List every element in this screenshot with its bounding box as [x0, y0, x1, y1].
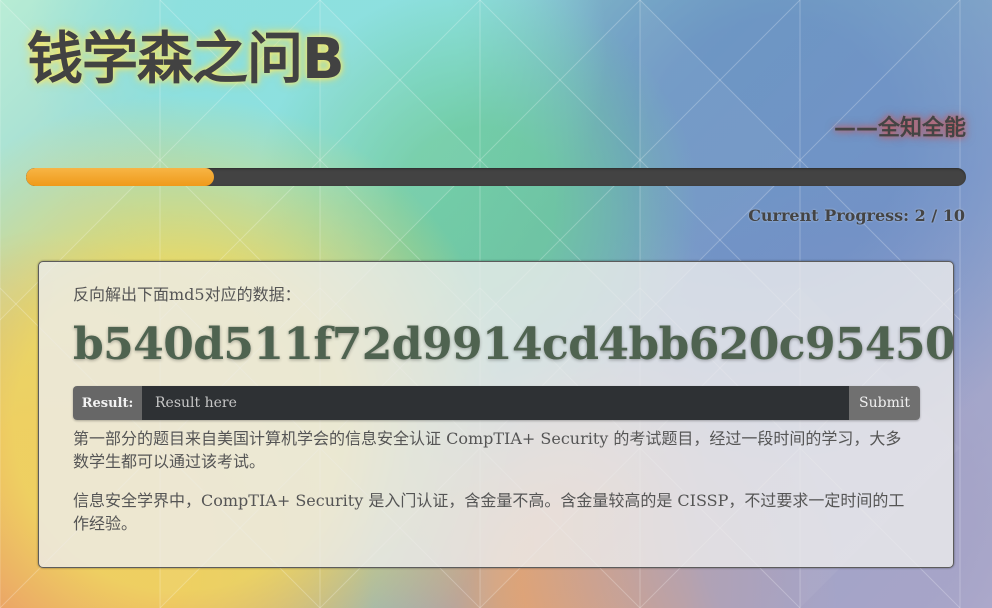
progress-label: Current Progress: 2 / 10	[748, 206, 965, 225]
submit-button[interactable]: Submit	[849, 386, 920, 420]
progress-bar	[26, 168, 966, 186]
challenge-page: 钱学森之问B ——全知全能 Current Progress: 2 / 10 反…	[0, 0, 992, 608]
result-label: Result:	[73, 386, 142, 420]
page-title: 钱学森之问B	[27, 27, 345, 92]
info-paragraph-1: 第一部分的题目来自美国计算机学会的信息安全认证 CompTIA+ Securit…	[73, 429, 902, 472]
page-subtitle: ——全知全能	[833, 116, 966, 141]
progress-fill	[26, 168, 214, 186]
info-paragraph-2: 信息安全学界中，CompTIA+ Security 是入门认证，含金量不高。含金…	[73, 491, 905, 534]
challenge-prompt: 反向解出下面md5对应的数据：	[73, 285, 301, 304]
answer-form: Result: Submit	[73, 386, 920, 420]
challenge-panel: 反向解出下面md5对应的数据： b540d511f72d9914cd4bb620…	[38, 261, 954, 568]
result-input[interactable]	[142, 386, 849, 420]
md5-hash: b540d511f72d9914cd4bb620c9545061	[73, 319, 954, 370]
